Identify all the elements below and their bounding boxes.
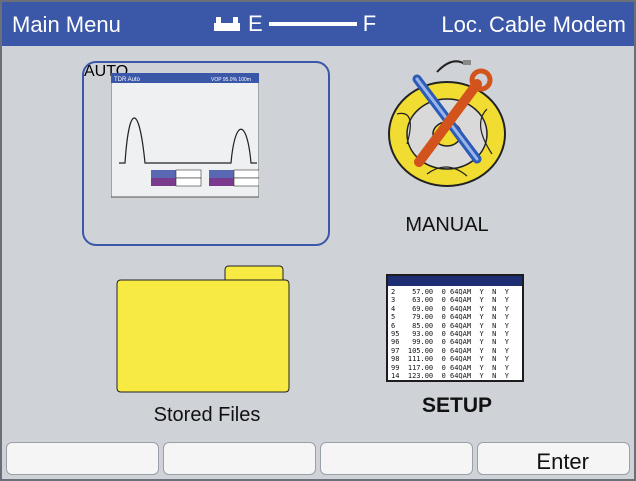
manual-tile[interactable]: MANUAL xyxy=(372,54,522,244)
folder-icon xyxy=(116,265,290,393)
enter-label: Enter xyxy=(536,449,589,474)
setup-table-row: 96 99.00 0 64QAM Y N Y xyxy=(391,338,510,347)
setup-table-row: 99 117.00 0 64QAM Y N Y xyxy=(391,363,510,372)
fuel-full-label: F xyxy=(362,11,377,36)
softkey-2[interactable] xyxy=(163,442,316,475)
battery-level-bar xyxy=(268,22,357,26)
setup-table-icon: 2 57.00 0 64QAM Y N Y3 63.00 0 64QAM Y N… xyxy=(386,274,524,382)
stored-files-label: Stored Files xyxy=(153,404,261,426)
softkey-bar: Enter xyxy=(2,438,634,479)
softkey-3[interactable] xyxy=(320,442,473,475)
setup-label: SETUP xyxy=(421,394,492,417)
cable-spool-tools-icon xyxy=(388,60,506,187)
setup-table-row: 6 85.00 0 64QAM Y N Y xyxy=(391,321,510,330)
fuel-empty-label: E xyxy=(248,11,263,36)
battery-icon xyxy=(214,17,240,31)
setup-table-row: 4 69.00 0 64QAM Y N Y xyxy=(391,304,510,313)
softkey-1[interactable] xyxy=(6,442,159,475)
enter-softkey[interactable]: Enter xyxy=(477,442,630,475)
setup-table-header xyxy=(388,276,522,286)
setup-tile[interactable]: SETUP xyxy=(372,386,542,426)
device-screen: Main Menu E F Loc. Cable Modem TDR Auto … xyxy=(0,0,636,481)
setup-table-rows: 2 57.00 0 64QAM Y N Y3 63.00 0 64QAM Y N… xyxy=(388,286,522,381)
battery-indicator: E F xyxy=(212,10,382,38)
preview-title: TDR Auto xyxy=(114,77,141,83)
setup-table-row: 95 93.00 0 64QAM Y N Y xyxy=(391,330,510,339)
setup-table-row: 14 123.00 0 64QAM Y N Y xyxy=(391,372,510,381)
title-bar: Main Menu E F Loc. Cable Modem xyxy=(2,2,634,46)
setup-table-row: 2 57.00 0 64QAM Y N Y xyxy=(391,288,510,296)
tdr-preview-icon: TDR Auto VOP 95.0% 100m xyxy=(111,73,259,198)
setup-table-row: 98 111.00 0 64QAM Y N Y xyxy=(391,355,510,364)
setup-table-row: 3 63.00 0 64QAM Y N Y xyxy=(391,296,510,305)
preview-info: VOP 95.0% 100m xyxy=(211,77,251,83)
stored-files-tile[interactable]: Stored Files xyxy=(107,264,307,434)
main-menu: TDR Auto VOP 95.0% 100m AUTO MANUAL Stor… xyxy=(2,46,634,438)
page-title: Main Menu xyxy=(12,12,121,37)
setup-table-row: 5 79.00 0 64QAM Y N Y xyxy=(391,313,510,322)
auto-tile[interactable]: TDR Auto VOP 95.0% 100m AUTO xyxy=(82,61,330,246)
manual-label: MANUAL xyxy=(405,214,489,236)
setup-table-row: 97 105.00 0 64QAM Y N Y xyxy=(391,346,510,355)
status-label: Loc. Cable Modem xyxy=(441,12,626,37)
